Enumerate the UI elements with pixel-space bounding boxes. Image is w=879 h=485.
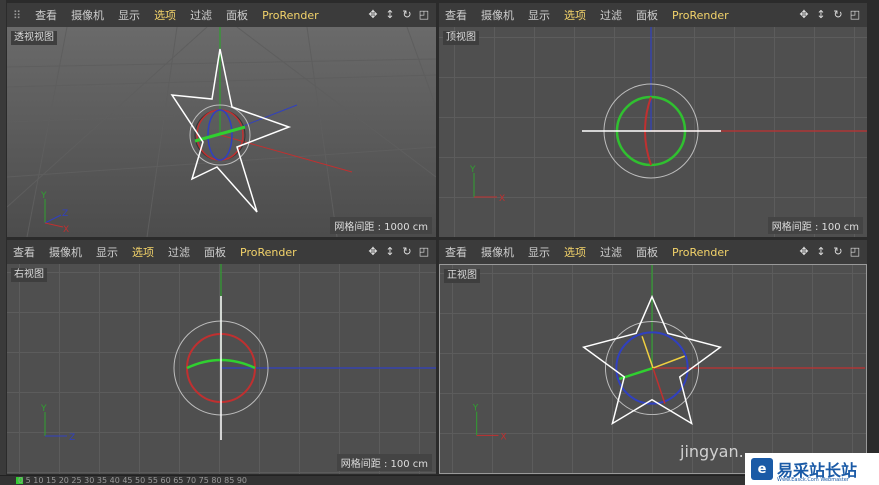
viewport-label: 透视视图 [11,31,57,45]
viewport-label: 顶视图 [443,31,479,45]
rotate-view-icon[interactable]: ↻ [401,9,413,21]
menu-view[interactable]: 查看 [445,244,467,260]
grid-spacing: 网格间距 : 100 cm [767,217,863,234]
axis-y-label: Y [469,165,476,175]
right-scene: Y Z [40,264,436,443]
axis-z-label: Z [62,209,68,219]
menu-prorender[interactable]: ProRender [672,246,729,259]
axis-z-label: Z [69,433,75,443]
menu-display[interactable]: 显示 [528,7,550,23]
menu-camera[interactable]: 摄像机 [49,244,82,260]
move-view-icon[interactable]: ✥ [798,9,810,21]
move-view-icon[interactable]: ✥ [367,246,379,258]
viewport-menubar: 查看 摄像机 显示 选项 过滤 面板 ProRender ✥ ↕ ↻ ◰ [439,240,867,264]
zoom-view-icon[interactable]: ↕ [384,9,396,21]
menu-camera[interactable]: 摄像机 [481,7,514,23]
maximize-view-icon[interactable]: ◰ [418,246,430,258]
menu-prorender[interactable]: ProRender [262,9,319,22]
viewport-tools: ✥ ↕ ↻ ◰ [798,246,861,258]
menu-filter[interactable]: 过滤 [190,7,212,23]
menu-display[interactable]: 显示 [118,7,140,23]
rotate-view-icon[interactable]: ↻ [401,246,413,258]
zoom-view-icon[interactable]: ↕ [815,246,827,258]
menu-options[interactable]: 选项 [132,244,154,260]
menu-panel[interactable]: 面板 [636,7,658,23]
axis-x-label: X [499,194,505,204]
maximize-view-icon[interactable]: ◰ [418,9,430,21]
zoom-view-icon[interactable]: ↕ [815,9,827,21]
menu-panel[interactable]: 面板 [204,244,226,260]
viewport-tools: ✥ ↕ ↻ ◰ [367,246,430,258]
viewport-menubar: ⠿ 查看 摄像机 显示 选项 过滤 面板 ProRender ✥ ↕ ↻ ◰ [7,3,436,27]
drag-handle-icon[interactable]: ⠿ [13,9,21,22]
menu-display[interactable]: 显示 [96,244,118,260]
rotate-view-icon[interactable]: ↻ [832,9,844,21]
axis-x-label: X [63,225,69,235]
viewport-tools: ✥ ↕ ↻ ◰ [798,9,861,21]
right-canvas[interactable]: Y Z 右视图 网格间距 : 100 cm [7,264,436,474]
front-scene: Y X [472,265,865,442]
grid-spacing: 网格间距 : 100 cm [336,454,432,471]
zoom-view-icon[interactable]: ↕ [384,246,396,258]
viewport-perspective[interactable]: ⠿ 查看 摄像机 显示 选项 过滤 面板 ProRender ✥ ↕ ↻ ◰ Y… [7,3,436,237]
axis-x-label: X [500,432,506,442]
viewport-menubar: 查看 摄像机 显示 选项 过滤 面板 ProRender ✥ ↕ ↻ ◰ [7,240,436,264]
menu-options[interactable]: 选项 [154,7,176,23]
menu-filter[interactable]: 过滤 [600,244,622,260]
perspective-scene: Y Z X [7,27,436,237]
move-view-icon[interactable]: ✥ [798,246,810,258]
menu-panel[interactable]: 面板 [636,244,658,260]
viewport-right[interactable]: 查看 摄像机 显示 选项 过滤 面板 ProRender ✥ ↕ ↻ ◰ Y Z… [7,240,436,474]
grid-spacing: 网格间距 : 1000 cm [330,217,432,234]
menu-options[interactable]: 选项 [564,244,586,260]
top-canvas[interactable]: Y X 顶视图 网格间距 : 100 cm [439,27,867,237]
menu-panel[interactable]: 面板 [226,7,248,23]
rotate-view-icon[interactable]: ↻ [832,246,844,258]
timeline-ticks: 0 5 10 15 20 25 30 35 40 45 50 55 60 65 … [18,476,248,485]
menu-options[interactable]: 选项 [564,7,586,23]
maximize-view-icon[interactable]: ◰ [849,246,861,258]
viewport-front[interactable]: 查看 摄像机 显示 选项 过滤 面板 ProRender ✥ ↕ ↻ ◰ Y X [439,240,867,474]
menu-prorender[interactable]: ProRender [672,9,729,22]
menu-view[interactable]: 查看 [445,7,467,23]
axis-y-label: Y [40,404,47,414]
menu-display[interactable]: 显示 [528,244,550,260]
site-logo: e 易采站长站 Www.Easck.Com Webmaster [745,453,879,485]
menu-view[interactable]: 查看 [13,244,35,260]
viewport-menubar: 查看 摄像机 显示 选项 过滤 面板 ProRender ✥ ↕ ↻ ◰ [439,3,867,27]
top-scene: Y X [469,27,867,204]
menu-camera[interactable]: 摄像机 [481,244,514,260]
watermark-text: jingyan. [680,442,744,461]
menu-filter[interactable]: 过滤 [168,244,190,260]
move-view-icon[interactable]: ✥ [367,9,379,21]
viewport-tools: ✥ ↕ ↻ ◰ [367,9,430,21]
perspective-canvas[interactable]: Y Z X 透视视图 网格间距 : 1000 cm [7,27,436,237]
logo-subtext: Www.Easck.Com Webmaster [777,477,849,483]
menu-filter[interactable]: 过滤 [600,7,622,23]
axis-y-label: Y [472,404,479,414]
maximize-view-icon[interactable]: ◰ [849,9,861,21]
left-sidebar [0,0,6,485]
menu-view[interactable]: 查看 [35,7,57,23]
logo-mark-icon: e [751,458,773,480]
viewport-label: 右视图 [11,268,47,282]
menu-camera[interactable]: 摄像机 [71,7,104,23]
axis-y-label: Y [40,191,47,201]
front-canvas[interactable]: Y X 正视图 [439,264,867,474]
viewport-top[interactable]: 查看 摄像机 显示 选项 过滤 面板 ProRender ✥ ↕ ↻ ◰ Y X… [439,3,867,237]
viewport-label: 正视图 [444,269,480,283]
menu-prorender[interactable]: ProRender [240,246,297,259]
